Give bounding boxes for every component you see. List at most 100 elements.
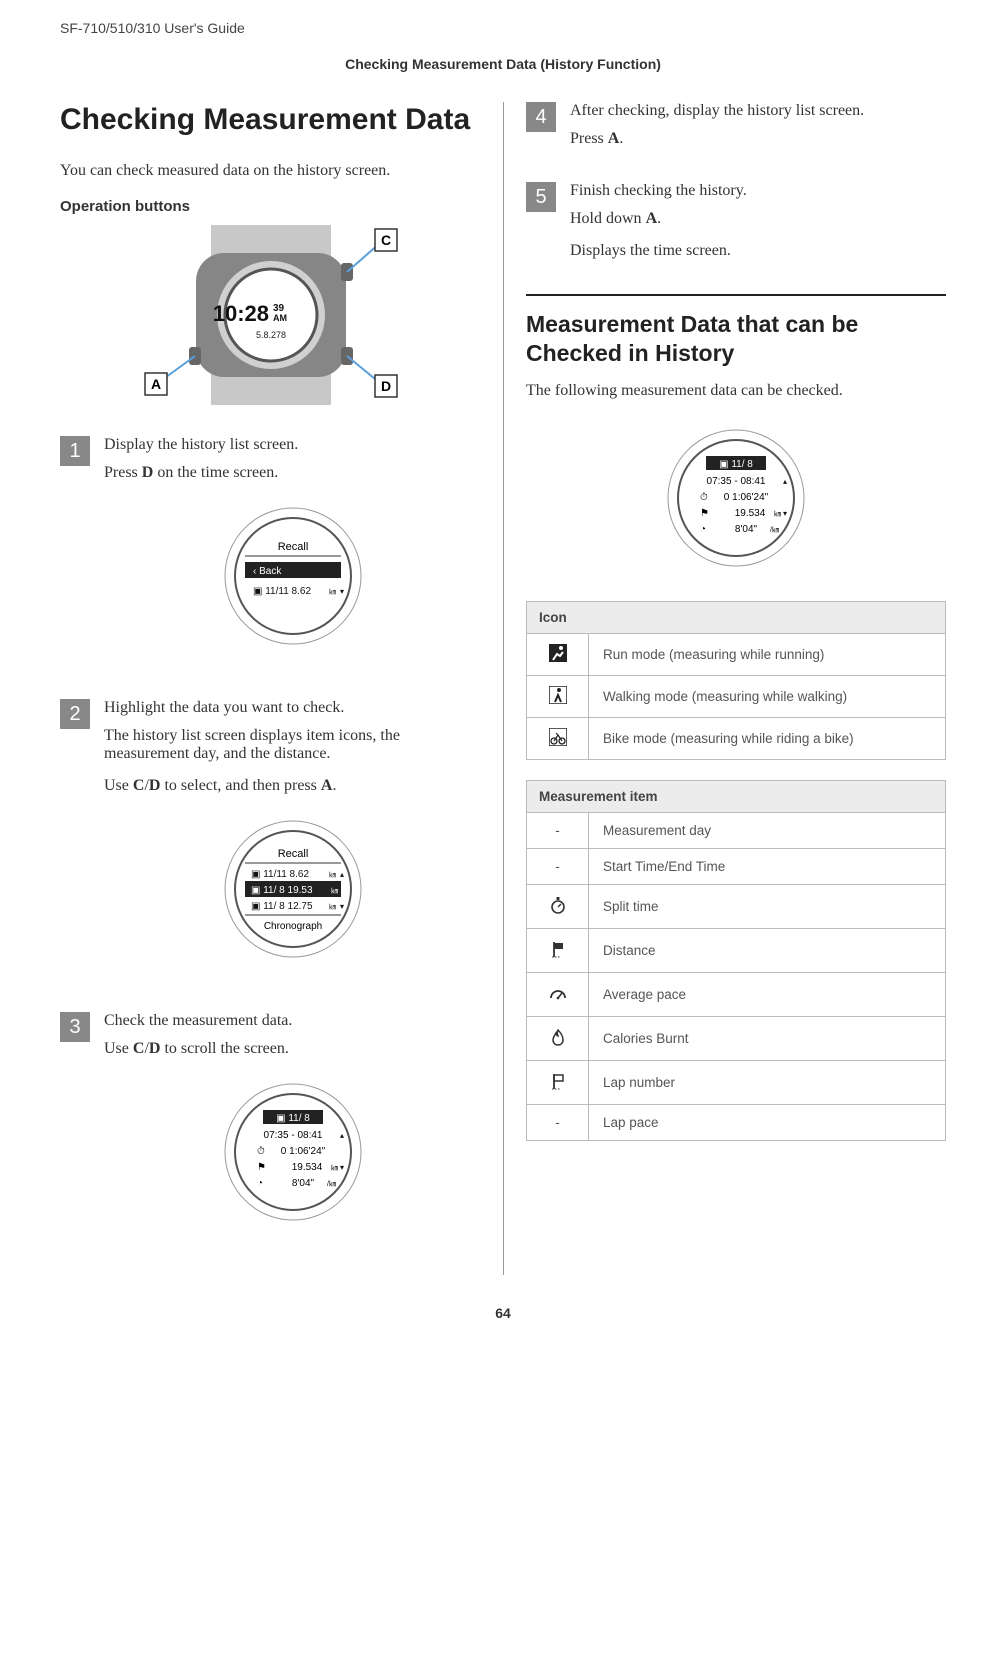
icon-table: Icon Run mode (measuring while running) … xyxy=(526,601,946,760)
watch-screen-detail: ▣ 11/ 8 07:35 - 08:41 ▴ ⏱ 0 1:06'24" ⚑ 1… xyxy=(104,1072,481,1237)
svg-text:▴: ▴ xyxy=(340,1131,344,1140)
run-mode-icon xyxy=(549,644,567,662)
svg-text:19.534: 19.534 xyxy=(291,1162,322,1173)
flame-icon xyxy=(548,1027,568,1047)
bike-mode-icon xyxy=(549,728,567,746)
measurement-desc: Average pace xyxy=(589,972,946,1016)
step-number: 2 xyxy=(60,699,90,729)
walk-mode-icon xyxy=(549,686,567,704)
svg-text:㎞: ㎞ xyxy=(774,510,781,518)
page-title: Checking Measurement Data xyxy=(60,102,481,138)
svg-text:⏱: ⏱ xyxy=(257,1146,265,1157)
step-1: 1 Display the history list screen. Press… xyxy=(60,436,481,679)
svg-text:D: D xyxy=(380,378,390,394)
svg-text:▴: ▴ xyxy=(340,870,344,879)
step-3: 3 Check the measurement data. Use C/D to… xyxy=(60,1012,481,1255)
svg-text:⚑: ⚑ xyxy=(700,508,709,519)
section2-title: Measurement Data that can be Checked in … xyxy=(526,310,946,368)
svg-text:C: C xyxy=(380,232,390,248)
gauge-icon xyxy=(548,983,568,1003)
svg-text:㎞: ㎞ xyxy=(329,903,336,911)
table-row: Split time xyxy=(527,884,946,928)
step-5: 5 Finish checking the history. Hold down… xyxy=(526,182,946,274)
doc-header: SF-710/510/310 User's Guide xyxy=(60,20,946,36)
svg-text:19.534: 19.534 xyxy=(735,508,766,519)
svg-text:/㎞: /㎞ xyxy=(327,1180,336,1188)
dash-icon: - xyxy=(527,812,589,848)
svg-text:8'04": 8'04" xyxy=(291,1178,314,1189)
svg-text:AM: AM xyxy=(273,313,287,323)
step-4: 4 After checking, display the history li… xyxy=(526,102,946,162)
svg-text:▣ 11/ 8 12.75: ▣ 11/ 8 12.75 xyxy=(251,901,313,912)
step-sub: Use C/D to select, and then press A. xyxy=(104,777,481,795)
watch-screen-recall2: Recall ▣ 11/11 8.62 ㎞ ▴ ▣ 11/ 8 19.53 ㎞ … xyxy=(104,809,481,974)
svg-text:▾: ▾ xyxy=(783,509,787,518)
table-row: Average pace xyxy=(527,972,946,1016)
measurement-table-header: Measurement item xyxy=(527,780,946,812)
svg-text:▣ 11/ 8: ▣ 11/ 8 xyxy=(276,1113,310,1124)
dash-icon: - xyxy=(527,848,589,884)
table-row: Distance xyxy=(527,928,946,972)
svg-text:◔: ◔ xyxy=(257,1178,263,1189)
svg-text:㎞: ㎞ xyxy=(331,1164,338,1172)
page-number: 64 xyxy=(60,1305,946,1321)
svg-text:⚑: ⚑ xyxy=(257,1162,266,1173)
step-title: Highlight the data you want to check. xyxy=(104,699,481,717)
step-number: 5 xyxy=(526,182,556,212)
step-title: Display the history list screen. xyxy=(104,436,481,454)
dash-icon: - xyxy=(527,1104,589,1140)
svg-text:0 1:06'24": 0 1:06'24" xyxy=(280,1146,325,1157)
step-number: 1 xyxy=(60,436,90,466)
measurement-desc: Lap number xyxy=(589,1060,946,1104)
measurement-desc: Measurement day xyxy=(589,812,946,848)
step-title: Check the measurement data. xyxy=(104,1012,481,1030)
measurement-desc: Distance xyxy=(589,928,946,972)
icon-desc: Run mode (measuring while running) xyxy=(589,633,946,675)
svg-text:A: A xyxy=(150,376,160,392)
svg-text:07:35 - 08:41: 07:35 - 08:41 xyxy=(707,476,766,487)
svg-text:▾: ▾ xyxy=(340,902,344,911)
svg-text:▣ 11/11 8.62: ▣ 11/11 8.62 xyxy=(251,869,309,880)
svg-text:10:28: 10:28 xyxy=(212,301,268,326)
measurement-table: Measurement item - Measurement day - Sta… xyxy=(526,780,946,1141)
measurement-desc: Split time xyxy=(589,884,946,928)
svg-text:Chronograph: Chronograph xyxy=(263,921,321,932)
step-sub: Press A. xyxy=(570,130,946,148)
page-subheader: Checking Measurement Data (History Funct… xyxy=(60,56,946,72)
table-row: Run mode (measuring while running) xyxy=(527,633,946,675)
step-number: 4 xyxy=(526,102,556,132)
step-title: Finish checking the history. xyxy=(570,182,946,200)
measurement-desc: Lap pace xyxy=(589,1104,946,1140)
stopwatch-icon xyxy=(548,895,568,915)
svg-text:▴: ▴ xyxy=(783,477,787,486)
svg-text:▣ 11/11 8.62: ▣ 11/11 8.62 xyxy=(253,586,311,597)
table-row: - Start Time/End Time xyxy=(527,848,946,884)
step-sub: The history list screen displays item ic… xyxy=(104,727,481,763)
icon-desc: Bike mode (measuring while riding a bike… xyxy=(589,717,946,759)
step-2: 2 Highlight the data you want to check. … xyxy=(60,699,481,992)
measurement-desc: Start Time/End Time xyxy=(589,848,946,884)
svg-text:/㎞: /㎞ xyxy=(770,526,779,534)
svg-text:㎞: ㎞ xyxy=(329,871,336,879)
svg-text:◔: ◔ xyxy=(700,524,706,535)
step-sub: Hold down A. xyxy=(570,210,946,228)
step-sub: Displays the time screen. xyxy=(570,242,946,260)
svg-text:0 1:06'24": 0 1:06'24" xyxy=(724,492,769,503)
section2-intro: The following measurement data can be ch… xyxy=(526,382,946,400)
step-sub: Press D on the time screen. xyxy=(104,464,481,482)
intro-text: You can check measured data on the histo… xyxy=(60,162,481,180)
op-buttons-label: Operation buttons xyxy=(60,198,481,215)
svg-text:5.8.278: 5.8.278 xyxy=(255,330,285,340)
step-title: After checking, display the history list… xyxy=(570,102,946,120)
table-row: Calories Burnt xyxy=(527,1016,946,1060)
step-number: 3 xyxy=(60,1012,90,1042)
svg-text:㎞: ㎞ xyxy=(331,887,338,895)
svg-text:07:35 - 08:41: 07:35 - 08:41 xyxy=(263,1130,322,1141)
svg-text:Recall: Recall xyxy=(277,848,308,860)
table-row: Walking mode (measuring while walking) xyxy=(527,675,946,717)
icon-table-header: Icon xyxy=(527,601,946,633)
svg-text:⏱: ⏱ xyxy=(700,492,708,503)
svg-text:㎞: ㎞ xyxy=(329,588,336,596)
watch-screen-recall1: Recall ‹ Back ▣ 11/11 8.62 ㎞ ▾ xyxy=(104,496,481,661)
measurement-desc: Calories Burnt xyxy=(589,1016,946,1060)
